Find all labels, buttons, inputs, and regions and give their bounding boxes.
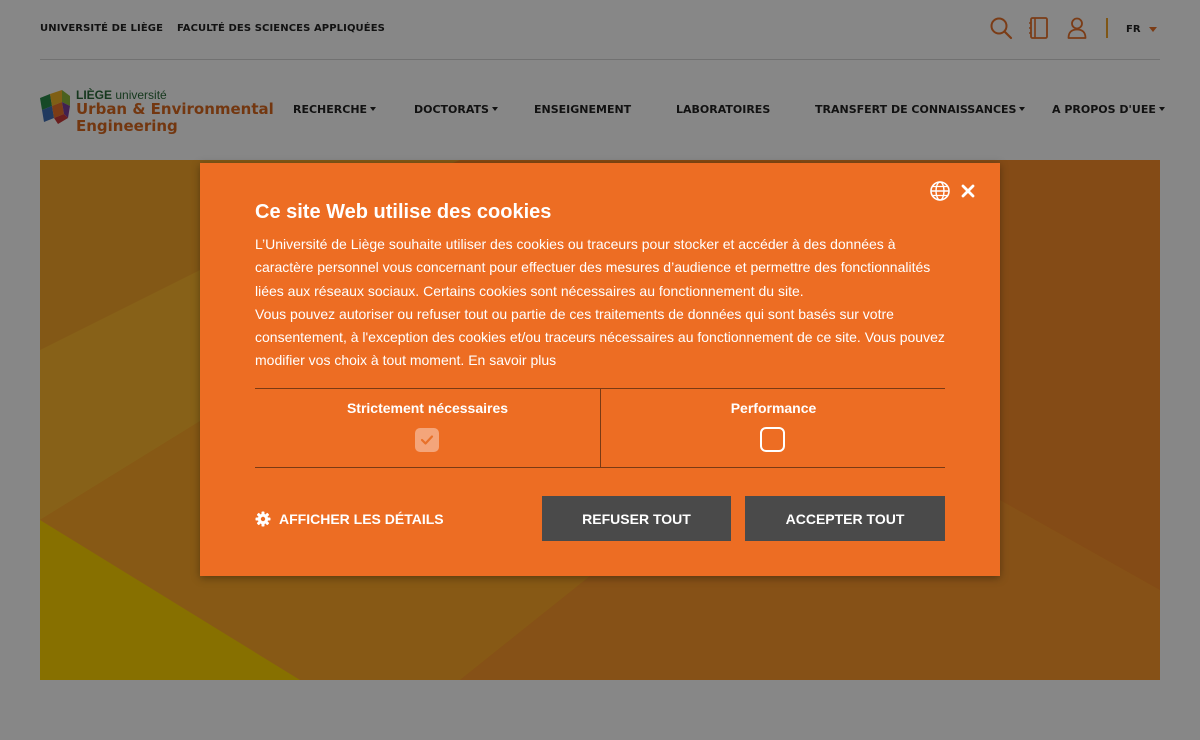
performance-checkbox[interactable] bbox=[760, 427, 785, 452]
dialog-paragraph-2: Vous pouvez autoriser ou refuser tout ou… bbox=[255, 303, 955, 373]
learn-more-link[interactable]: En savoir plus bbox=[468, 352, 556, 368]
gear-icon bbox=[255, 511, 271, 527]
globe-icon[interactable] bbox=[929, 180, 951, 202]
strictly-necessary-checkbox bbox=[415, 428, 439, 452]
dialog-paragraph-1: L’Université de Liège souhaite utiliser … bbox=[255, 236, 931, 299]
cookie-category-table: Strictement nécessaires Performance bbox=[255, 388, 945, 468]
close-icon[interactable] bbox=[959, 182, 977, 200]
category-strictly-necessary: Strictement nécessaires bbox=[255, 389, 600, 467]
show-details-label: AFFICHER LES DÉTAILS bbox=[279, 511, 444, 527]
category-label: Performance bbox=[730, 400, 817, 416]
cookie-consent-dialog: Ce site Web utilise des cookies L’Univer… bbox=[200, 163, 1000, 576]
accept-all-button[interactable]: ACCEPTER TOUT bbox=[745, 496, 945, 541]
category-performance: Performance bbox=[600, 389, 946, 467]
category-label: Strictement nécessaires bbox=[346, 400, 509, 416]
dialog-title: Ce site Web utilise des cookies bbox=[255, 201, 552, 223]
checkmark-icon bbox=[420, 435, 434, 445]
refuse-all-button[interactable]: REFUSER TOUT bbox=[542, 496, 731, 541]
dialog-description: L’Université de Liège souhaite utiliser … bbox=[255, 233, 955, 373]
dialog-paragraph-2-text: Vous pouvez autoriser ou refuser tout ou… bbox=[255, 305, 945, 369]
